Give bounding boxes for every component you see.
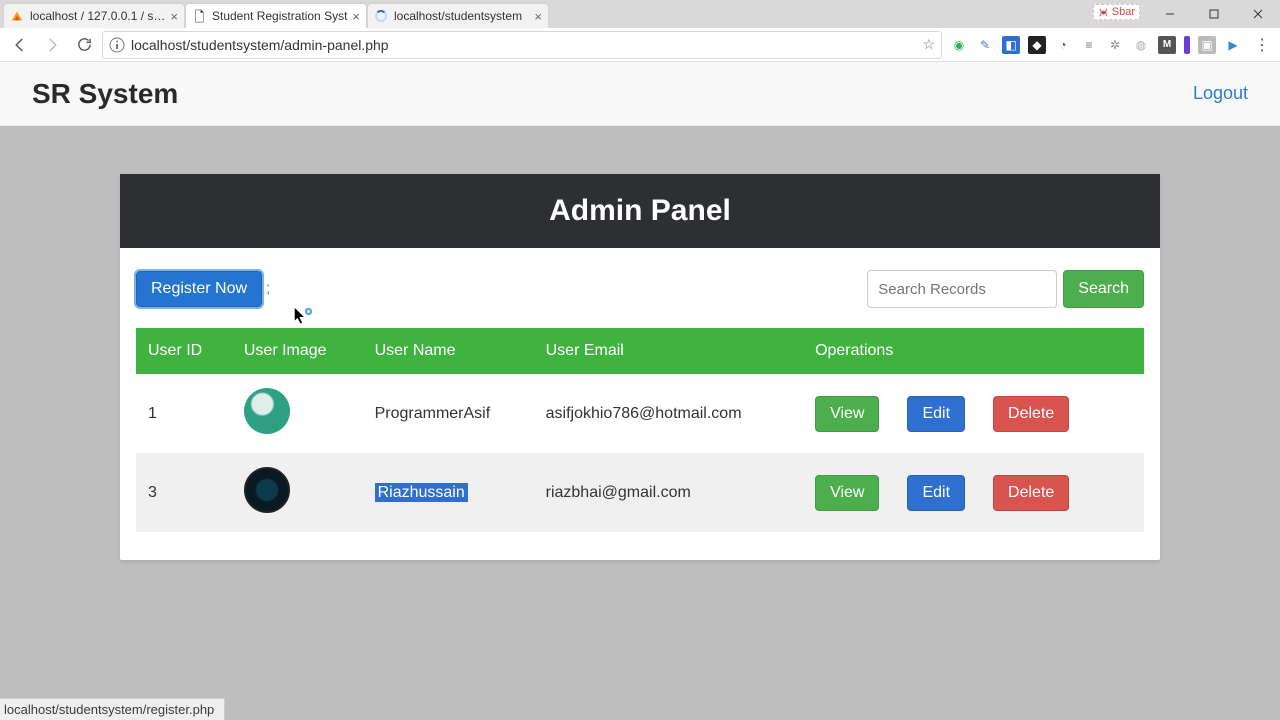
cell-user-image	[232, 453, 363, 532]
share-label: Sbar	[1112, 6, 1135, 18]
edit-button[interactable]: Edit	[907, 396, 965, 432]
ext-icon[interactable]: ◉	[950, 36, 968, 54]
logout-link[interactable]: Logout	[1193, 83, 1248, 104]
bookmark-star-icon[interactable]: ☆	[922, 36, 935, 53]
users-table: User ID User Image User Name User Email …	[136, 328, 1144, 532]
tab-phpmyadmin[interactable]: localhost / 127.0.0.1 / sr… ×	[4, 4, 184, 28]
tab-title: Student Registration Syst	[212, 9, 348, 23]
ext-icon[interactable]: ✎	[976, 36, 994, 54]
cell-user-name: Riazhussain	[363, 453, 534, 532]
panel-title: Admin Panel	[120, 174, 1160, 248]
cell-user-id: 1	[136, 374, 232, 453]
maximize-button[interactable]	[1192, 0, 1236, 28]
ext-icon[interactable]	[1184, 36, 1190, 54]
close-icon[interactable]: ×	[170, 9, 178, 24]
tab-title: localhost / 127.0.0.1 / sr…	[30, 9, 166, 23]
page-topbar: SR System Logout	[0, 62, 1280, 126]
minimize-button[interactable]	[1148, 0, 1192, 28]
ext-icon[interactable]: ✲	[1106, 36, 1124, 54]
cell-operations: View Edit Delete	[803, 374, 1144, 453]
address-bar: localhost/studentsystem/admin-panel.php …	[0, 28, 1280, 62]
tab-strip: localhost / 127.0.0.1 / sr… × Student Re…	[0, 0, 1280, 28]
search-button[interactable]: Search	[1063, 270, 1144, 308]
ext-icon[interactable]: ◆	[1028, 36, 1046, 54]
status-bar: localhost/studentsystem/register.php	[0, 698, 225, 720]
url-text: localhost/studentsystem/admin-panel.php	[131, 37, 916, 53]
back-button[interactable]	[6, 31, 34, 59]
col-user-id: User ID	[136, 328, 232, 374]
favicon-phpmyadmin	[10, 9, 24, 23]
col-user-name: User Name	[363, 328, 534, 374]
ext-icon[interactable]: ▣	[1198, 36, 1216, 54]
table-row: 3 Riazhussain riazbhai@gmail.com View Ed…	[136, 453, 1144, 532]
cell-user-name: ProgrammerAsif	[363, 374, 534, 453]
col-operations: Operations	[803, 328, 1144, 374]
semicolon-text: ;	[266, 280, 270, 298]
favicon-document-icon	[192, 9, 206, 23]
extension-icons: ◉ ✎ ◧ ◆ ◔ ≡ ✲ ◍ M ▣ ▶	[946, 36, 1246, 54]
col-user-image: User Image	[232, 328, 363, 374]
site-info-icon[interactable]	[109, 37, 125, 53]
edit-button[interactable]: Edit	[907, 475, 965, 511]
tab-title: localhost/studentsystem	[394, 9, 530, 23]
close-icon[interactable]: ×	[534, 9, 542, 24]
ext-icon[interactable]: M	[1158, 36, 1176, 54]
view-button[interactable]: View	[815, 396, 879, 432]
cell-operations: View Edit Delete	[803, 453, 1144, 532]
close-icon[interactable]: ×	[352, 9, 360, 24]
ext-icon[interactable]: ◍	[1132, 36, 1150, 54]
cell-user-email: asifjokhio786@hotmail.com	[534, 374, 803, 453]
ext-icon[interactable]: ≡	[1080, 36, 1098, 54]
panel-toolbar: Register Now ; Search	[136, 270, 1144, 308]
cell-user-image	[232, 374, 363, 453]
register-now-button[interactable]: Register Now	[136, 271, 262, 307]
avatar	[244, 388, 290, 434]
window-controls	[1148, 0, 1280, 28]
broadcast-icon	[1098, 7, 1109, 18]
delete-button[interactable]: Delete	[993, 396, 1069, 432]
forward-button[interactable]	[38, 31, 66, 59]
brand-title: SR System	[32, 78, 178, 110]
tab-loading[interactable]: localhost/studentsystem ×	[368, 4, 548, 28]
reload-button[interactable]	[70, 31, 98, 59]
view-button[interactable]: View	[815, 475, 879, 511]
omnibox[interactable]: localhost/studentsystem/admin-panel.php …	[102, 31, 942, 59]
loading-spinner-icon	[374, 9, 388, 23]
close-window-button[interactable]	[1236, 0, 1280, 28]
search-box: Search	[867, 270, 1144, 308]
selected-text: Riazhussain	[375, 483, 468, 502]
col-user-email: User Email	[534, 328, 803, 374]
cell-user-id: 3	[136, 453, 232, 532]
tab-student-registration[interactable]: Student Registration Syst ×	[186, 4, 366, 28]
page-viewport: SR System Logout Admin Panel Register No…	[0, 62, 1280, 720]
table-row: 1 ProgrammerAsif asifjokhio786@hotmail.c…	[136, 374, 1144, 453]
ext-icon[interactable]: ◔	[1054, 36, 1072, 54]
delete-button[interactable]: Delete	[993, 475, 1069, 511]
search-input[interactable]	[867, 270, 1057, 308]
ext-icon[interactable]: ▶	[1224, 36, 1242, 54]
share-indicator[interactable]: Sbar	[1093, 4, 1140, 20]
avatar	[244, 467, 290, 513]
cell-user-email: riazbhai@gmail.com	[534, 453, 803, 532]
chrome-menu-icon[interactable]: ⋮	[1250, 35, 1274, 55]
admin-panel: Admin Panel Register Now ; Search User I…	[120, 174, 1160, 560]
ext-icon[interactable]: ◧	[1002, 36, 1020, 54]
